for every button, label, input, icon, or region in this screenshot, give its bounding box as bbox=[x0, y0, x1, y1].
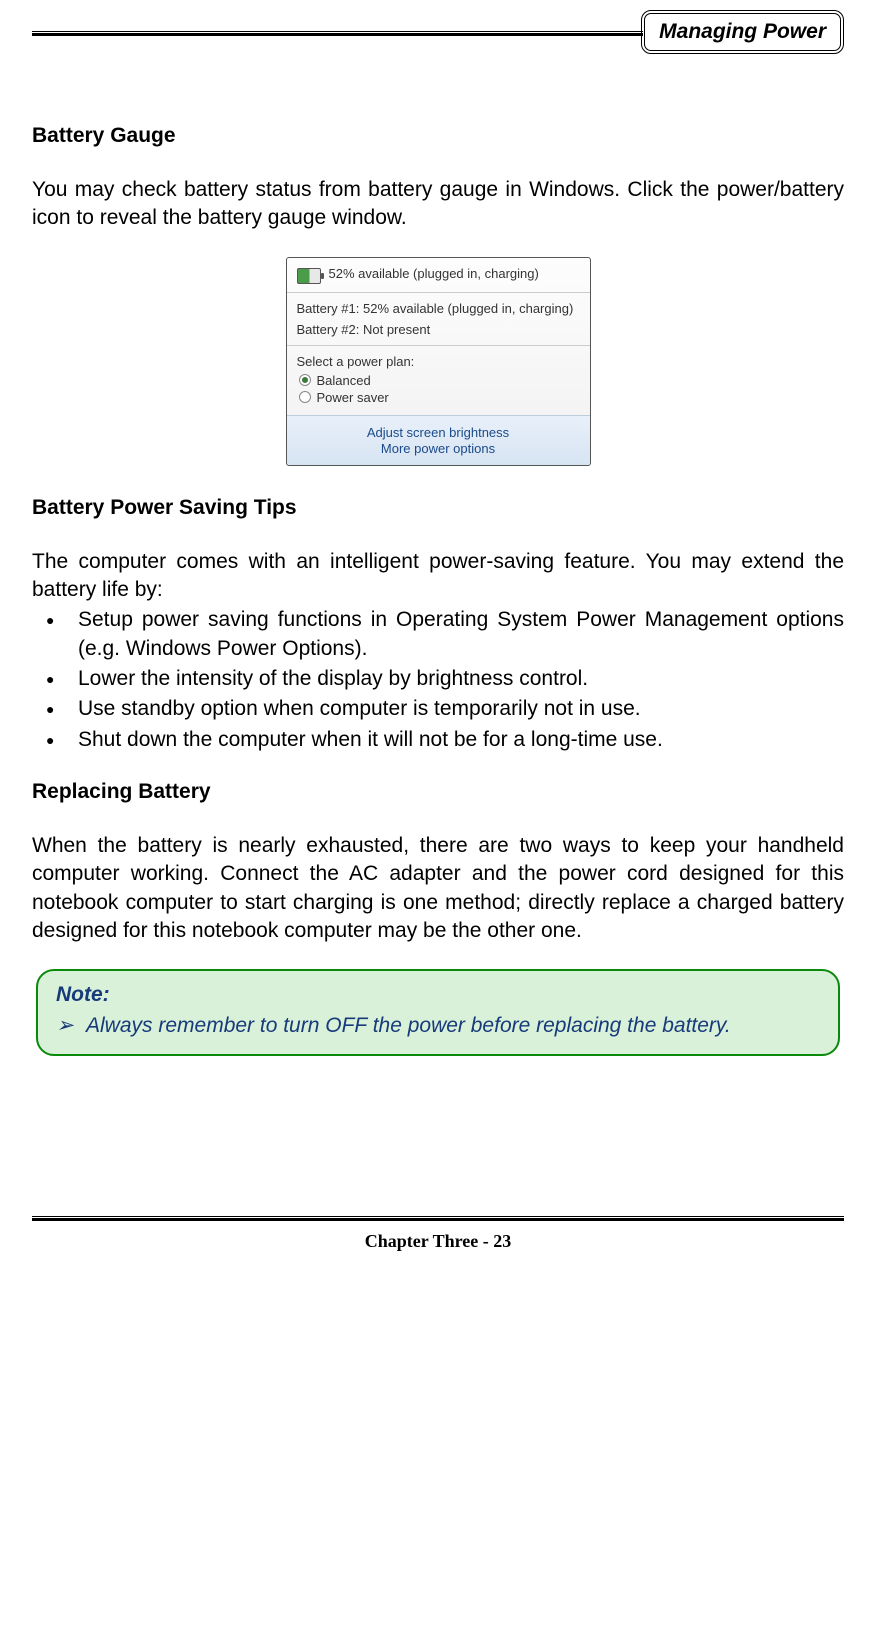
heading-saving-tips: Battery Power Saving Tips bbox=[32, 496, 844, 520]
heading-battery-gauge: Battery Gauge bbox=[32, 124, 844, 148]
note-box: Note: ➢ Always remember to turn OFF the … bbox=[36, 969, 840, 1056]
link-more-options[interactable]: More power options bbox=[297, 441, 580, 456]
popup-status-row: 52% available (plugged in, charging) bbox=[297, 266, 580, 284]
battery-icon bbox=[297, 268, 321, 284]
radio-selected-icon bbox=[299, 374, 311, 386]
footer-rule bbox=[32, 1216, 844, 1221]
list-item: Shut down the computer when it will not … bbox=[32, 726, 844, 754]
radio-balanced-row[interactable]: Balanced bbox=[299, 373, 580, 388]
chapter-title: Managing Power bbox=[659, 20, 826, 43]
radio-balanced-label: Balanced bbox=[317, 373, 371, 388]
note-text: Always remember to turn OFF the power be… bbox=[86, 1012, 820, 1040]
heading-replacing: Replacing Battery bbox=[32, 780, 844, 804]
popup-battery2: Battery #2: Not present bbox=[297, 322, 580, 337]
radio-unselected-icon bbox=[299, 391, 311, 403]
document-page: Managing Power Battery Gauge You may che… bbox=[0, 0, 876, 1282]
link-brightness[interactable]: Adjust screen brightness bbox=[297, 425, 580, 440]
text-saving-tips-intro: The computer comes with an intelligent p… bbox=[32, 548, 844, 605]
text-battery-gauge: You may check battery status from batter… bbox=[32, 176, 844, 233]
arrow-icon: ➢ bbox=[56, 1012, 86, 1040]
page-header: Managing Power bbox=[32, 10, 844, 54]
radio-saver-row[interactable]: Power saver bbox=[299, 390, 580, 405]
list-item: Setup power saving functions in Operatin… bbox=[32, 606, 844, 663]
popup-main-status: 52% available (plugged in, charging) bbox=[329, 266, 539, 281]
text-replacing: When the battery is nearly exhausted, th… bbox=[32, 832, 844, 945]
popup-battery1: Battery #1: 52% available (plugged in, c… bbox=[297, 301, 580, 316]
battery-popup: 52% available (plugged in, charging) Bat… bbox=[286, 257, 591, 466]
popup-plan-label: Select a power plan: bbox=[297, 354, 580, 369]
popup-screenshot-wrap: 52% available (plugged in, charging) Bat… bbox=[32, 257, 844, 466]
radio-saver-label: Power saver bbox=[317, 390, 389, 405]
list-item: Use standby option when computer is temp… bbox=[32, 695, 844, 723]
chapter-title-box: Managing Power bbox=[641, 10, 844, 54]
popup-footer: Adjust screen brightness More power opti… bbox=[287, 415, 590, 465]
footer-text: Chapter Three - 23 bbox=[32, 1231, 844, 1252]
page-footer: Chapter Three - 23 bbox=[32, 1216, 844, 1252]
list-item: Lower the intensity of the display by br… bbox=[32, 665, 844, 693]
note-title: Note: bbox=[56, 981, 820, 1009]
header-rule bbox=[32, 31, 643, 36]
saving-tips-list: Setup power saving functions in Operatin… bbox=[32, 606, 844, 754]
